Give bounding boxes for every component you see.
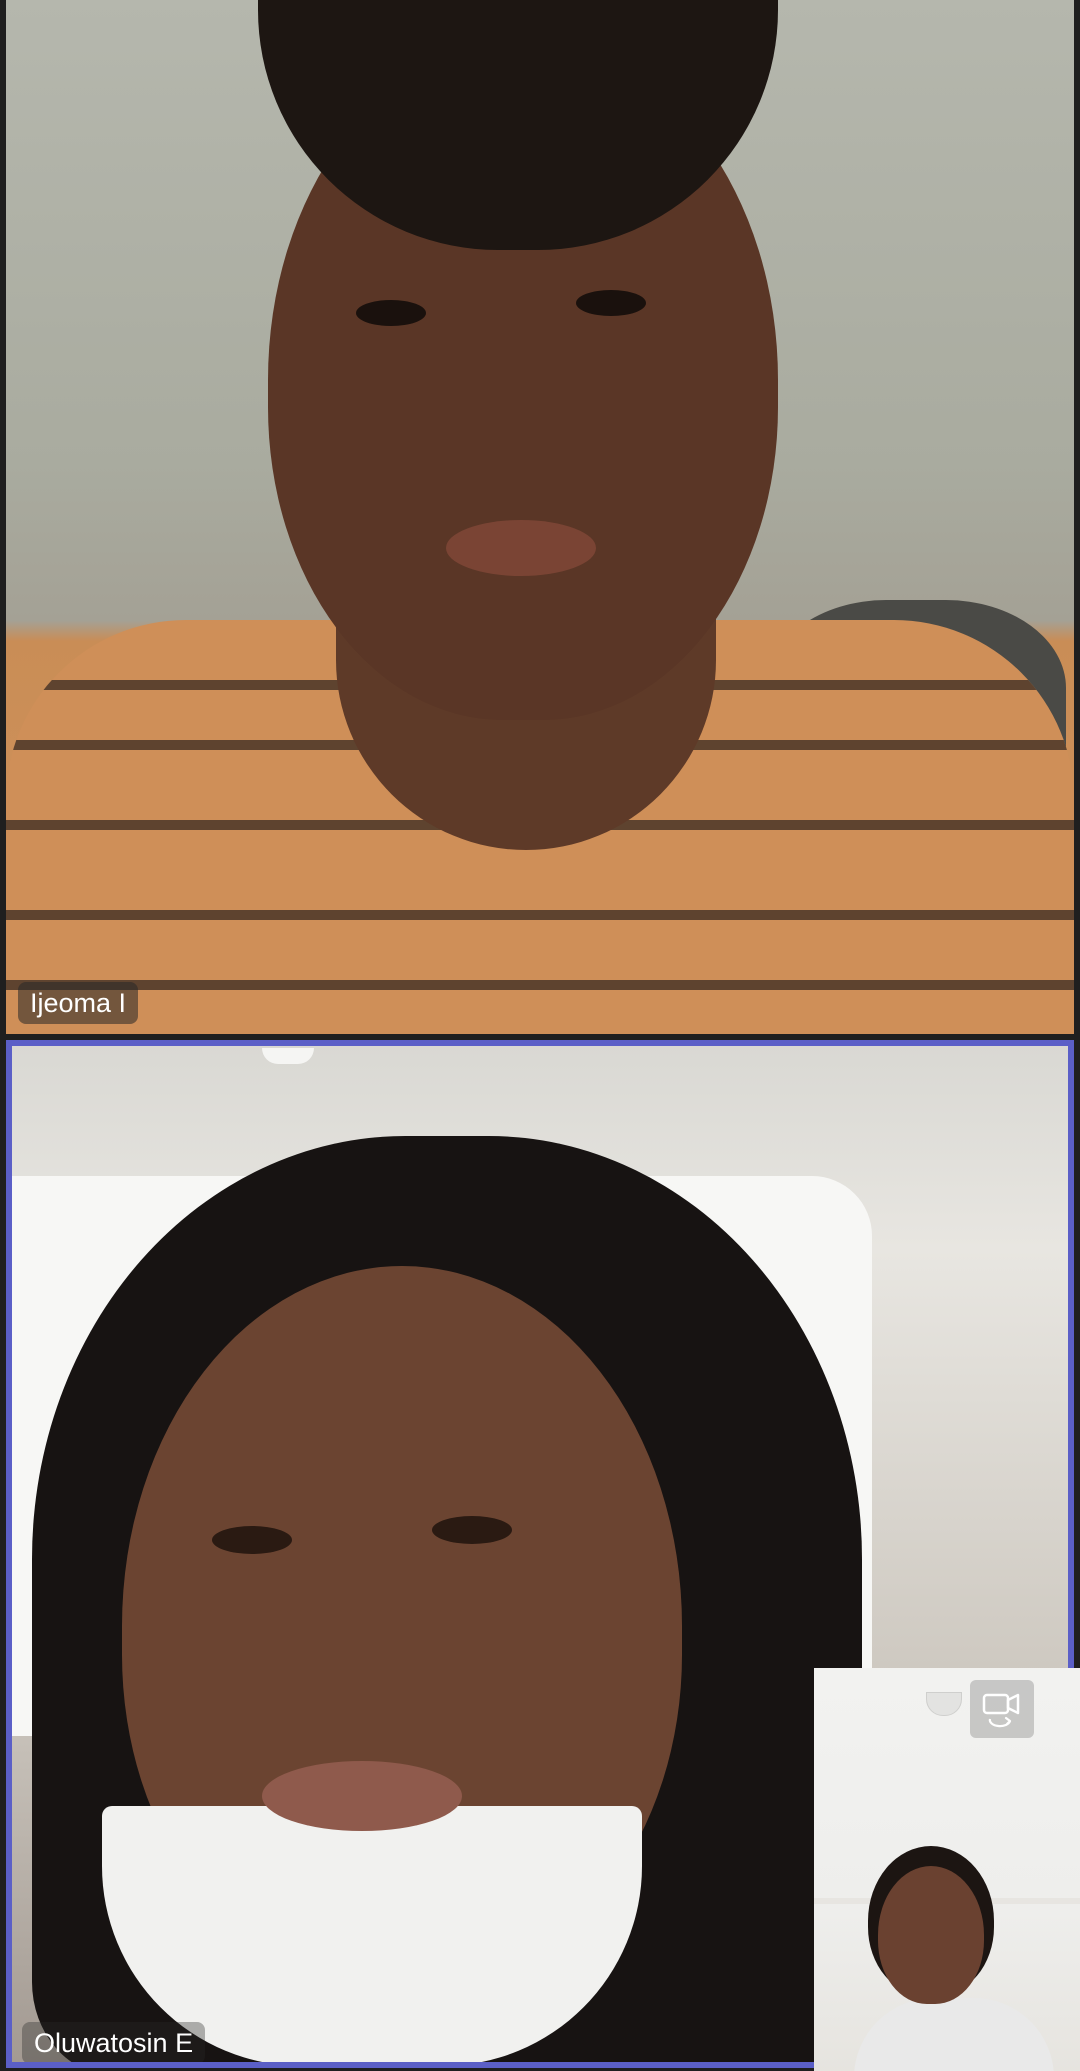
ceiling-light bbox=[262, 1048, 314, 1064]
self-view-tile[interactable] bbox=[814, 1668, 1080, 2071]
participant-video bbox=[6, 0, 1074, 1034]
participant-tile-ijeoma[interactable]: Ijeoma I bbox=[6, 0, 1074, 1034]
switch-camera-button[interactable] bbox=[970, 1680, 1034, 1738]
self-video bbox=[814, 1668, 1080, 2071]
participant-name-label: Oluwatosin E bbox=[22, 2022, 206, 2062]
participant-name-label: Ijeoma I bbox=[18, 982, 139, 1024]
switch-camera-icon bbox=[982, 1693, 1020, 1728]
